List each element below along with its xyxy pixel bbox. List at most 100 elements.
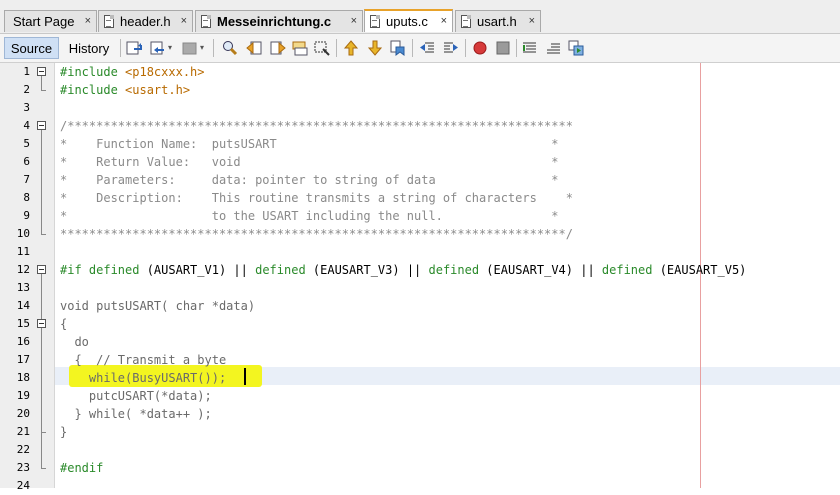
code-line: putcUSART(*data); xyxy=(60,387,212,405)
back-dropdown-icon[interactable]: ▾ xyxy=(168,43,172,52)
line-number-gutter: 1 2 3 4 5 6 7 8 9 10 11 12 13 14 15 16 17 18 19 20 21 22 23 24 xyxy=(0,63,55,492)
back-icon[interactable] xyxy=(150,40,166,56)
code-editor[interactable]: #include <p18cxxx.h> #include <usart.h>/*… xyxy=(55,63,840,488)
code-token: #if xyxy=(60,263,89,277)
shift-left-icon[interactable] xyxy=(419,40,435,56)
line-number: 16 xyxy=(16,335,30,348)
fold-toggle-icon[interactable] xyxy=(37,121,46,130)
fold-guide xyxy=(41,76,42,90)
toolbar-separator xyxy=(213,39,214,57)
line-number: 15 xyxy=(16,317,30,330)
fold-end-mark xyxy=(41,468,46,469)
c-file-icon xyxy=(200,14,213,29)
tab-header-h[interactable]: header.h × xyxy=(98,10,193,32)
line-number: 7 xyxy=(23,173,30,186)
code-token: || xyxy=(406,263,429,277)
code-token: } while( *data++ ); xyxy=(60,407,212,421)
shift-right-icon[interactable] xyxy=(443,40,459,56)
find-previous-icon[interactable] xyxy=(246,40,262,56)
tab-uputs-c[interactable]: uputs.c × xyxy=(364,9,453,32)
toolbar-separator xyxy=(412,39,413,57)
tab-start-page[interactable]: Start Page × xyxy=(4,10,97,32)
code-line: #if defined (AUSART_V1) || defined (EAUS… xyxy=(60,261,746,279)
line-number: 17 xyxy=(16,353,30,366)
code-token: defined xyxy=(428,263,487,277)
editor-toolbar: Source History ▾ ▾ xyxy=(0,34,840,63)
comment-icon[interactable] xyxy=(522,40,538,56)
editor-tab-bar: Start Page × header.h × Messeinrichtung.… xyxy=(0,0,840,34)
code-line: { // Transmit a byte xyxy=(60,351,226,369)
code-line: do xyxy=(60,333,89,351)
fold-toggle-icon[interactable] xyxy=(37,319,46,328)
code-line: * Description: This routine transmits a … xyxy=(60,189,573,207)
tab-close-icon[interactable]: × xyxy=(181,15,187,27)
tab-close-icon[interactable]: × xyxy=(351,15,357,27)
line-number: 24 xyxy=(16,479,30,492)
code-token: /***************************************… xyxy=(60,119,573,133)
tab-label: usart.h xyxy=(477,14,517,29)
tab-messeinrichtung-c[interactable]: Messeinrichtung.c × xyxy=(195,10,363,32)
toolbar-separator xyxy=(120,39,121,57)
toolbar-separator xyxy=(516,39,517,57)
code-token: { xyxy=(60,317,68,331)
run-icon[interactable] xyxy=(568,40,584,56)
tab-label: Start Page xyxy=(13,14,75,29)
start-macro-icon[interactable] xyxy=(472,40,488,56)
source-view-button[interactable]: Source xyxy=(4,37,59,59)
uncomment-icon[interactable] xyxy=(545,40,561,56)
fold-toggle-icon[interactable] xyxy=(37,265,46,274)
previous-bookmark-icon[interactable] xyxy=(343,40,359,56)
forward-icon[interactable] xyxy=(182,40,198,56)
line-number: 3 xyxy=(23,101,30,114)
code-line: while(BusyUSART()); xyxy=(60,369,226,387)
code-token: do xyxy=(60,335,89,349)
tab-close-icon[interactable]: × xyxy=(85,15,91,27)
code-token: #include xyxy=(60,83,126,97)
find-next-icon[interactable] xyxy=(270,40,286,56)
code-token: || xyxy=(580,263,602,277)
line-number: 6 xyxy=(23,155,30,168)
last-edit-icon[interactable] xyxy=(126,40,142,56)
code-line: { xyxy=(60,315,67,333)
code-token: || xyxy=(233,263,256,277)
forward-dropdown-icon[interactable]: ▾ xyxy=(200,43,204,52)
header-file-icon xyxy=(103,14,116,29)
code-line: } xyxy=(60,423,67,441)
find-selection-icon[interactable] xyxy=(292,40,308,56)
line-number: 9 xyxy=(23,209,30,222)
history-view-button[interactable]: History xyxy=(62,37,116,59)
code-token: * Parameters: data: pointer to string of… xyxy=(60,173,559,187)
line-number: 14 xyxy=(16,299,30,312)
code-token: { // Transmit a byte xyxy=(60,353,227,367)
code-line: * Parameters: data: pointer to string of… xyxy=(60,171,559,189)
fold-end-mark xyxy=(41,432,46,433)
stop-macro-icon[interactable] xyxy=(495,40,511,56)
line-number: 5 xyxy=(23,137,30,150)
code-token: (EAUSART_V3) xyxy=(312,263,407,277)
code-token: * to the USART including the null. * xyxy=(60,209,559,223)
code-line: void putsUSART( char *data) xyxy=(60,297,255,315)
line-number: 11 xyxy=(16,245,30,258)
next-bookmark-icon[interactable] xyxy=(367,40,383,56)
toggle-bookmark-icon[interactable] xyxy=(390,40,406,56)
line-number: 12 xyxy=(16,263,30,276)
tab-close-icon[interactable]: × xyxy=(529,15,535,27)
line-number: 21 xyxy=(16,425,30,438)
fold-toggle-icon[interactable] xyxy=(37,67,46,76)
code-token: defined xyxy=(255,263,313,277)
code-line: * Return Value: void * xyxy=(60,153,559,171)
line-number: 20 xyxy=(16,407,30,420)
tab-usart-h[interactable]: usart.h × xyxy=(455,10,541,32)
code-token: <usart.h> xyxy=(125,83,191,97)
line-number: 8 xyxy=(23,191,30,204)
code-token: <p18cxxx.h> xyxy=(125,65,205,79)
line-number: 2 xyxy=(23,83,30,96)
find-icon[interactable] xyxy=(222,40,238,56)
fold-end-mark xyxy=(41,234,46,235)
tab-close-icon[interactable]: × xyxy=(441,15,447,27)
toggle-highlight-icon[interactable] xyxy=(314,40,330,56)
code-token: * Return Value: void * xyxy=(60,155,559,169)
code-token: defined xyxy=(88,263,147,277)
code-token: while(BusyUSART()); xyxy=(60,371,227,385)
code-token: (EAUSART_V4) xyxy=(486,263,581,277)
